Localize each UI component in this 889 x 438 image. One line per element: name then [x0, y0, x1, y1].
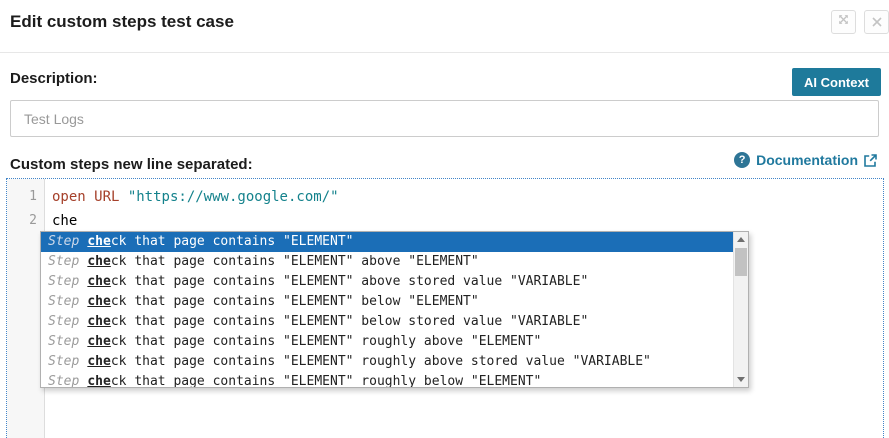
hint-typed-text: che — [87, 354, 111, 369]
documentation-label: Documentation — [756, 152, 858, 168]
hint-rest-text: ck that page contains "ELEMENT" below "E… — [110, 294, 479, 309]
page-title: Edit custom steps test case — [10, 12, 234, 31]
hint-step-prefix: Step — [48, 334, 80, 349]
hint-step-prefix: Step — [48, 314, 80, 329]
hint-typed-text: che — [87, 294, 111, 309]
hint-step-prefix: Step — [48, 234, 80, 249]
hint-step-prefix: Step — [48, 354, 80, 369]
scrollbar-thumb[interactable] — [735, 248, 747, 276]
expand-arrows-icon — [837, 13, 850, 31]
description-label: Description: — [10, 70, 98, 87]
hint-rest-text: ck that page contains "ELEMENT" above st… — [110, 274, 589, 289]
line-number: 2 — [29, 213, 37, 228]
line-number: 1 — [29, 189, 37, 204]
hint-rest-text: ck that page contains "ELEMENT" roughly … — [110, 374, 542, 388]
hint-rest-text: ck that page contains "ELEMENT" — [110, 234, 354, 249]
hint-rest-text: ck that page contains "ELEMENT" above "E… — [110, 254, 479, 269]
hint-typed-text: che — [87, 334, 111, 349]
autocomplete-item[interactable]: Step check that page contains "ELEMENT" b… — [41, 292, 733, 312]
dropdown-scrollbar[interactable] — [733, 232, 748, 387]
hint-rest-text: ck that page contains "ELEMENT" below st… — [110, 314, 589, 329]
hint-step-prefix: Step — [48, 274, 80, 289]
close-button[interactable] — [864, 10, 889, 34]
hint-step-prefix: Step — [48, 294, 80, 309]
code-line-1[interactable]: open URL "https://www.google.com/" — [52, 185, 883, 209]
code-line-2[interactable]: che — [52, 209, 883, 233]
hint-typed-text: che — [87, 314, 111, 329]
plain-token: che — [52, 213, 78, 229]
autocomplete-item[interactable]: Step check that page contains "ELEMENT" r… — [41, 372, 733, 388]
edit-test-case-modal: Edit custom steps test case Description:… — [0, 0, 889, 438]
scroll-down-arrow-icon[interactable] — [734, 372, 748, 387]
hint-step-prefix: Step — [48, 254, 80, 269]
autocomplete-item[interactable]: Step check that page contains "ELEMENT" a… — [41, 252, 733, 272]
autocomplete-item[interactable]: Step check that page contains "ELEMENT" r… — [41, 352, 733, 372]
maximize-button[interactable] — [831, 10, 856, 34]
ai-context-button[interactable]: AI Context — [792, 68, 881, 96]
hint-typed-text: che — [87, 374, 111, 388]
autocomplete-dropdown: Step check that page contains "ELEMENT" S… — [40, 231, 749, 388]
hint-step-prefix: Step — [48, 374, 80, 388]
scroll-up-arrow-icon[interactable] — [734, 232, 748, 247]
description-input[interactable] — [10, 100, 879, 137]
hint-typed-text: che — [87, 234, 111, 249]
autocomplete-item[interactable]: Step check that page contains "ELEMENT" — [41, 232, 733, 252]
autocomplete-item[interactable]: Step check that page contains "ELEMENT" r… — [41, 332, 733, 352]
hint-typed-text: che — [87, 274, 111, 289]
string-token: "https://www.google.com/" — [127, 189, 339, 205]
hint-typed-text: che — [87, 254, 111, 269]
close-icon — [871, 15, 882, 30]
hint-rest-text: ck that page contains "ELEMENT" roughly … — [110, 334, 542, 349]
editor-code-area[interactable]: open URL "https://www.google.com/" che — [46, 179, 883, 233]
header-divider — [0, 52, 889, 53]
keyword-token: open URL — [52, 189, 120, 205]
help-question-icon[interactable]: ? — [734, 152, 751, 168]
autocomplete-item[interactable]: Step check that page contains "ELEMENT" a… — [41, 272, 733, 292]
custom-steps-label: Custom steps new line separated: — [10, 156, 253, 173]
autocomplete-item[interactable]: Step check that page contains "ELEMENT" b… — [41, 312, 733, 332]
documentation-link[interactable]: ? Documentation — [734, 152, 877, 168]
hint-rest-text: ck that page contains "ELEMENT" roughly … — [110, 354, 651, 369]
external-link-icon — [864, 153, 877, 167]
